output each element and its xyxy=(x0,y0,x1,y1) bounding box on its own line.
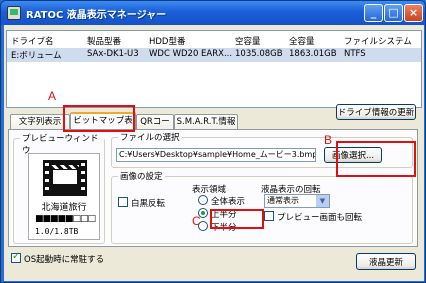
preview-blocks: ■■■■■□□□ xyxy=(35,214,96,224)
radio-full[interactable] xyxy=(198,195,208,205)
client-area: ドライブ名 製品型番 HDD型番 空容量 全容量 ファイルシステム E:ボリュー… xyxy=(4,25,424,281)
drive-name-cell: E:ボリューム xyxy=(11,51,62,61)
annotation-c: C xyxy=(192,214,201,228)
rotate-preview-label: プレビュー画面も回転 xyxy=(277,213,363,223)
annotation-c-box xyxy=(210,209,264,229)
image-settings-label: 画像の設定 xyxy=(118,170,165,182)
drive-row[interactable]: E:ボリューム SAx-DK1-U3 WDC WD20 EARX... 1035… xyxy=(7,48,421,62)
product-model-cell: SAx-DK1-U3 xyxy=(87,49,139,59)
maximize-button[interactable]: □ xyxy=(384,4,403,22)
file-system-cell: NTFS xyxy=(344,49,366,59)
invert-label: 白黒反転 xyxy=(131,199,166,209)
col-free-space[interactable]: 空容量 xyxy=(235,35,261,47)
annotation-b-box xyxy=(336,141,416,177)
annotation-a-box xyxy=(63,105,135,132)
file-path-field[interactable]: C:¥Users¥Desktop¥sample¥Home_ムービー3.bmp xyxy=(116,148,316,162)
drive-list-header: ドライブ名 製品型番 HDD型番 空容量 全容量 ファイルシステム xyxy=(7,34,421,48)
update-display-button[interactable]: 液晶更新 xyxy=(356,253,416,270)
drive-list[interactable]: ドライブ名 製品型番 HDD型番 空容量 全容量 ファイルシステム E:ボリュー… xyxy=(6,30,422,108)
display-area-label: 表示領域 xyxy=(192,185,227,195)
annotation-b: B xyxy=(324,133,333,147)
annotation-a: A xyxy=(48,89,57,103)
col-drive-name[interactable]: ドライブ名 xyxy=(11,35,54,47)
preview-info: 1.0/1.8TB xyxy=(35,227,79,236)
preview-group: プレビューウィンドウ 北海道旅行 ■■■■■□□□ 1.0/1.8TB xyxy=(13,132,105,244)
tab-text-display[interactable]: 文字列表示 xyxy=(10,114,70,130)
preview-title: 北海道旅行 xyxy=(41,203,87,213)
tab-qr-code[interactable]: QRコード xyxy=(136,114,174,141)
drive-refresh-button[interactable]: ドライブ情報の更新 xyxy=(336,104,416,120)
radio-full-label: 全体表示 xyxy=(211,197,246,207)
os-startup-checkbox[interactable] xyxy=(11,251,21,263)
invert-checkbox[interactable] xyxy=(118,197,128,207)
os-startup-label: OS起動時に常駐する xyxy=(24,255,105,265)
tab-smart-info[interactable]: S.M.A.R.T.情報 xyxy=(174,114,238,130)
col-total-space[interactable]: 全容量 xyxy=(289,35,315,47)
col-file-system[interactable]: ファイルシステム xyxy=(344,35,412,47)
film-clapper-icon xyxy=(43,160,87,196)
title-bar[interactable]: RATOC 液晶表示マネージャー _ □ × xyxy=(1,1,425,25)
preview-window: 北海道旅行 ■■■■■□□□ 1.0/1.8TB xyxy=(28,153,100,240)
free-space-cell: 1035.08GB xyxy=(235,49,283,59)
window-title: RATOC 液晶表示マネージャー xyxy=(26,10,167,21)
file-select-label: ファイルの選択 xyxy=(118,131,182,143)
rotation-select[interactable]: 通常表示 ▼ xyxy=(264,194,330,208)
minimize-button[interactable]: _ xyxy=(364,4,383,22)
hdd-model-cell: WDC WD20 EARX... xyxy=(149,49,233,59)
rotate-preview-checkbox[interactable] xyxy=(264,211,274,221)
col-product-model[interactable]: 製品型番 xyxy=(87,35,121,47)
col-hdd-model[interactable]: HDD型番 xyxy=(149,35,185,47)
rotation-select-value: 通常表示 xyxy=(267,196,299,205)
app-window: RATOC 液晶表示マネージャー _ □ × ドライブ名 製品型番 HDD型番 … xyxy=(0,0,426,283)
close-button[interactable]: × xyxy=(404,4,423,22)
total-space-cell: 1863.01GB xyxy=(289,49,337,59)
chevron-down-icon[interactable]: ▼ xyxy=(316,195,329,207)
app-icon xyxy=(7,6,21,20)
